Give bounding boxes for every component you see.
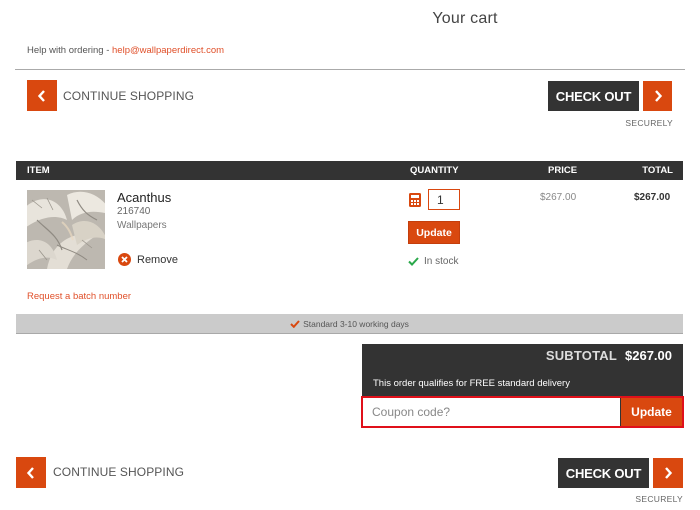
- chevron-right-icon: [654, 90, 662, 102]
- product-name[interactable]: Acanthus: [117, 190, 171, 205]
- column-header-quantity: QUANTITY: [410, 165, 459, 176]
- securely-bottom-label: SECURELY: [635, 494, 683, 504]
- apply-coupon-button[interactable]: Update: [621, 398, 682, 426]
- column-header-item: ITEM: [27, 165, 50, 176]
- checkmark-icon: [290, 319, 300, 328]
- delivery-text: Standard 3-10 working days: [303, 318, 409, 329]
- coupon-form: Update: [361, 396, 684, 428]
- remove-circle-icon: [118, 253, 131, 266]
- chevron-left-icon: [26, 466, 34, 479]
- continue-shopping-bottom-link[interactable]: CONTINUE SHOPPING: [53, 465, 184, 479]
- remove-item-button[interactable]: Remove: [118, 253, 178, 266]
- calculator-icon[interactable]: [409, 193, 421, 207]
- chevron-right-icon: [665, 467, 673, 479]
- free-delivery-notice: This order qualifies for FREE standard d…: [373, 378, 570, 389]
- checkout-top-arrow-button[interactable]: [643, 81, 672, 111]
- item-total: $267.00: [634, 192, 671, 203]
- product-sku: 216740: [117, 206, 151, 217]
- quantity-input[interactable]: [428, 189, 460, 210]
- stock-status-label: In stock: [424, 256, 459, 267]
- acanthus-pattern-image: [27, 190, 105, 269]
- checkout-top-button[interactable]: CHECK OUT: [548, 81, 639, 111]
- subtotal-label: SUBTOTAL: [545, 348, 617, 363]
- header-divider: [15, 69, 685, 70]
- chevron-left-icon: [37, 89, 45, 102]
- stock-status: In stock: [408, 256, 458, 267]
- update-quantity-button[interactable]: Update: [408, 221, 460, 244]
- request-batch-number-link[interactable]: Request a batch number: [27, 291, 131, 302]
- subtotal-value: $267.00: [625, 348, 672, 363]
- help-text: Help with ordering - help@wallpaperdirec…: [27, 45, 224, 56]
- checkout-bottom-arrow-button[interactable]: [653, 458, 683, 488]
- securely-top-label: SECURELY: [625, 118, 673, 128]
- item-price: $267.00: [540, 192, 577, 203]
- help-label: Help with ordering -: [27, 45, 113, 56]
- column-header-price: PRICE: [548, 165, 578, 176]
- page-title: Your cart: [432, 10, 498, 27]
- continue-shopping-top-arrow-button[interactable]: [27, 80, 57, 111]
- column-header-total: TOTAL: [642, 165, 673, 176]
- coupon-code-input[interactable]: [363, 398, 621, 426]
- remove-label: Remove: [137, 253, 178, 266]
- cart-table-header: ITEM QUANTITY PRICE TOTAL: [16, 161, 683, 180]
- continue-shopping-top-link[interactable]: CONTINUE SHOPPING: [63, 89, 194, 103]
- checkmark-icon: [408, 257, 419, 266]
- delivery-info-bar: Standard 3-10 working days: [16, 314, 683, 334]
- product-thumbnail[interactable]: [27, 190, 105, 269]
- help-email-link[interactable]: help@wallpaperdirect.com: [112, 45, 224, 56]
- product-category: Wallpapers: [117, 220, 167, 231]
- checkout-bottom-button[interactable]: CHECK OUT: [558, 458, 649, 488]
- continue-shopping-bottom-arrow-button[interactable]: [16, 457, 46, 488]
